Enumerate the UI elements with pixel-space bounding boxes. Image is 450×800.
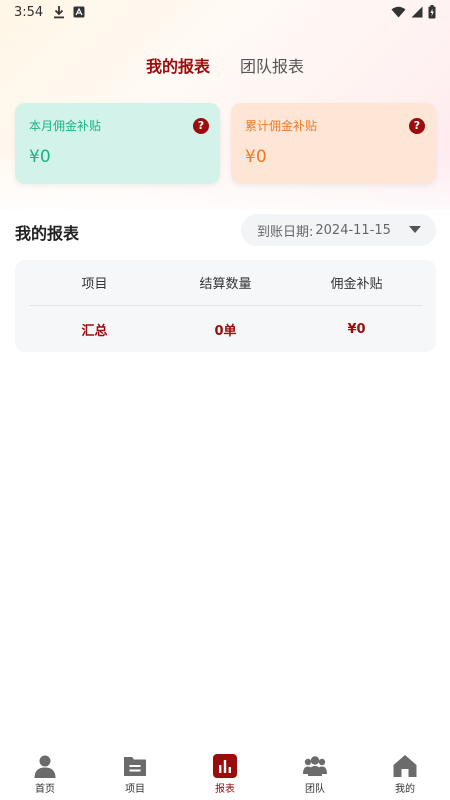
folder-icon	[124, 757, 146, 776]
table-header-cell: 佣金补贴	[330, 277, 383, 292]
nav-label: 团队	[305, 784, 325, 795]
date-filter-value: 2024-11-15	[315, 222, 391, 238]
home-icon	[393, 755, 417, 777]
chart-icon	[213, 754, 237, 778]
table-cell: 0单	[214, 323, 237, 339]
nav-label: 报表	[215, 784, 235, 795]
monthly-commission-title: 本月佣金补贴	[29, 119, 102, 133]
monthly-commission-card: 本月佣金补贴 ¥0 ?	[15, 103, 220, 184]
table-header-row: 项目 结算数量 佣金补贴	[29, 260, 422, 306]
table-header-cell: 项目	[81, 277, 108, 292]
table-cell: 汇总	[81, 323, 108, 339]
report-table: 项目 结算数量 佣金补贴 汇总 0单 ¥0	[15, 260, 436, 352]
help-icon[interactable]: ?	[409, 118, 425, 134]
date-filter-label: 到账日期:	[257, 224, 314, 240]
group-icon	[303, 756, 327, 776]
cumulative-commission-card: 累计佣金补贴 ¥0 ?	[231, 103, 436, 184]
wifi-icon	[391, 6, 406, 18]
nav-item-home[interactable]: 首页	[0, 748, 90, 800]
tab-team-report[interactable]: 团队报表	[240, 53, 304, 81]
app-notification-icon	[73, 6, 85, 18]
bottom-nav: 首页 项目 报表 团队 我的	[0, 748, 450, 800]
download-icon	[54, 6, 65, 19]
nav-item-projects[interactable]: 项目	[90, 748, 180, 800]
cumulative-commission-value: ¥0	[245, 147, 267, 167]
cumulative-commission-title: 累计佣金补贴	[245, 119, 318, 133]
signal-icon	[411, 6, 423, 18]
table-header-cell: 结算数量	[199, 277, 252, 292]
nav-label: 首页	[35, 784, 55, 795]
tab-my-report[interactable]: 我的报表	[146, 53, 210, 81]
monthly-commission-value: ¥0	[29, 147, 51, 167]
nav-item-team[interactable]: 团队	[270, 748, 360, 800]
nav-label: 我的	[395, 784, 415, 795]
status-time: 3:54	[14, 4, 44, 20]
nav-item-mine[interactable]: 我的	[360, 748, 450, 800]
date-filter-select[interactable]: 到账日期: 2024-11-15	[241, 214, 436, 246]
nav-item-reports[interactable]: 报表	[180, 748, 270, 800]
battery-icon	[428, 5, 436, 19]
section-title: 我的报表	[15, 224, 80, 243]
table-cell: ¥0	[347, 321, 366, 337]
report-tabs: 我的报表 团队报表	[0, 52, 450, 82]
nav-label: 项目	[125, 784, 145, 795]
help-icon[interactable]: ?	[193, 118, 209, 134]
chevron-down-icon	[409, 226, 421, 233]
status-bar: 3:54	[0, 0, 450, 24]
person-icon	[34, 755, 56, 778]
table-row: 汇总 0单 ¥0	[29, 306, 422, 352]
